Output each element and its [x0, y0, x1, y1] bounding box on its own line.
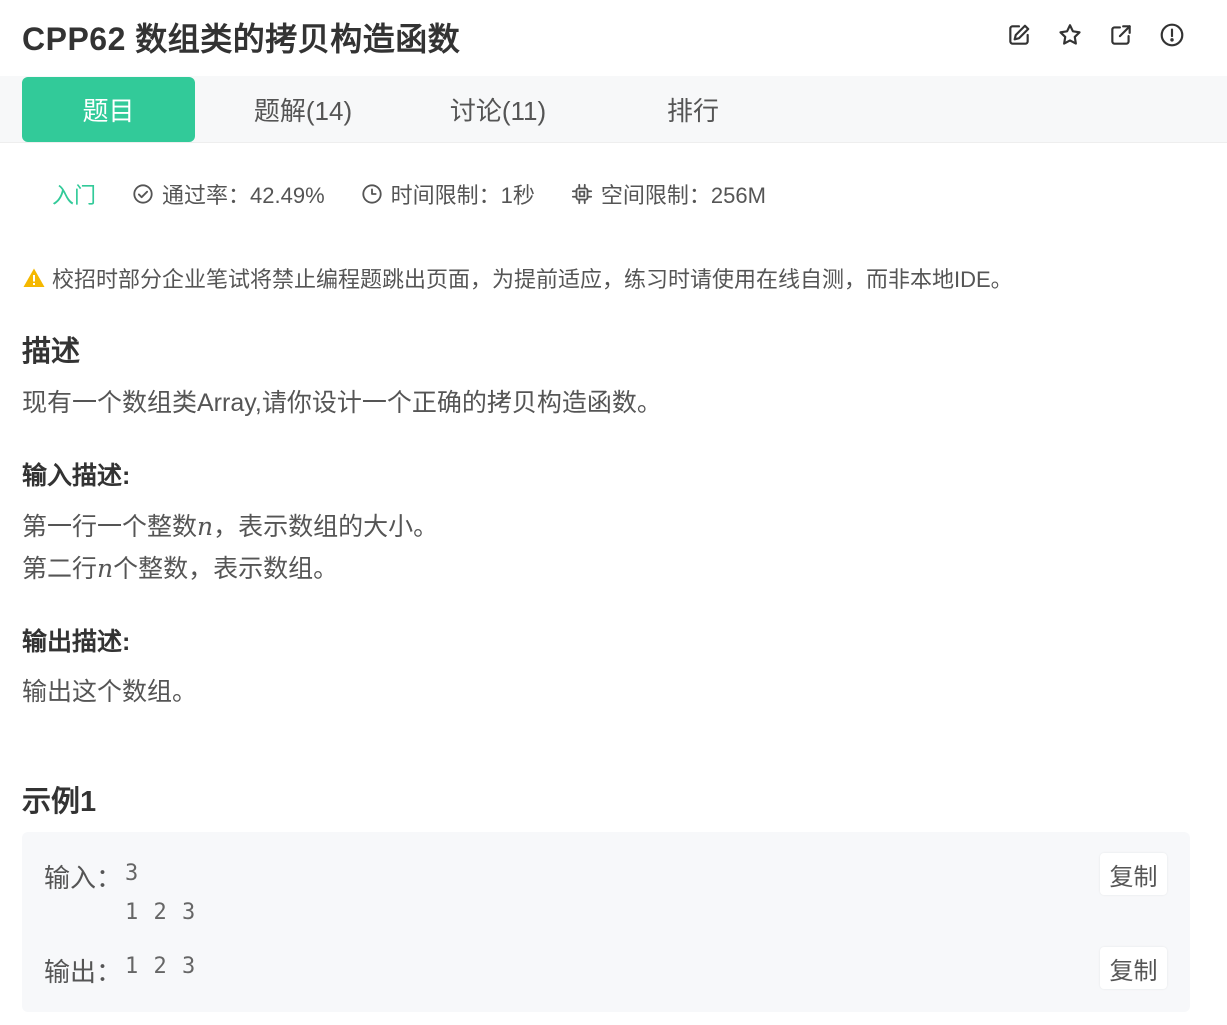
- header-actions: [1006, 20, 1185, 50]
- copy-input-button[interactable]: 复制: [1100, 853, 1167, 895]
- input-desc-line1-suffix: ，表示数组的大小。: [213, 513, 439, 541]
- input-desc-line2: 第二行n个整数，表示数组。: [22, 548, 438, 590]
- check-circle-icon: [133, 184, 153, 204]
- edit-icon[interactable]: [1006, 20, 1032, 50]
- warning-icon: [23, 268, 45, 287]
- input-desc-text: 第一行一个整数n，表示数组的大小。 第二行n个整数，表示数组。: [22, 506, 438, 590]
- math-var-n: n: [197, 512, 214, 541]
- output-desc-heading: 输出描述:: [22, 628, 131, 656]
- page-title: CPP62 数组类的拷贝构造函数: [22, 21, 461, 57]
- copy-output-button[interactable]: 复制: [1100, 947, 1167, 989]
- input-desc-line1: 第一行一个整数n，表示数组的大小。: [22, 506, 438, 548]
- example-output-value: 1 2 3: [125, 954, 197, 979]
- output-desc-text: 输出这个数组。: [22, 678, 198, 706]
- tab-solutions[interactable]: 题解(14): [228, 77, 378, 142]
- difficulty-badge: 入门: [52, 183, 97, 208]
- problem-header: CPP62 数组类的拷贝构造函数: [0, 0, 1227, 76]
- time-limit: 时间限制：1秒: [361, 178, 535, 210]
- example-input-label: 输入：: [44, 863, 123, 893]
- problem-tabs: 题目 题解(14) 讨论(11) 排行: [0, 76, 1227, 143]
- warning-text: 校招时部分企业笔试将禁止编程题跳出页面，为提前适应，练习时请使用在线自测，而非本…: [52, 267, 1013, 292]
- description-text: 现有一个数组类Array,请你设计一个正确的拷贝构造函数。: [22, 389, 662, 417]
- report-icon[interactable]: [1159, 20, 1185, 50]
- external-link-icon[interactable]: [1108, 20, 1134, 50]
- pass-rate-text: 通过率：42.49%: [162, 183, 325, 208]
- tab-problem[interactable]: 题目: [22, 77, 195, 142]
- warning-notice: 校招时部分企业笔试将禁止编程题跳出页面，为提前适应，练习时请使用在线自测，而非本…: [22, 262, 1013, 294]
- example-input-line2: 1 2 3: [125, 900, 197, 925]
- input-desc-heading: 输入描述:: [22, 462, 131, 490]
- memory-limit: 空间限制：256M: [571, 178, 766, 210]
- description-heading: 描述: [22, 336, 81, 368]
- math-var-n: n: [97, 554, 114, 583]
- example-output-label: 输出：: [44, 957, 123, 987]
- clock-icon: [362, 184, 382, 204]
- chip-icon: [571, 183, 592, 205]
- time-limit-text: 时间限制：1秒: [390, 183, 535, 208]
- problem-meta: 入门 通过率：42.49% 时间限制：1秒 空间限制：256M: [52, 178, 802, 210]
- example-box: 输入： 3 1 2 3 复制 输出： 1 2 3 复制: [22, 832, 1190, 1012]
- pass-rate: 通过率：42.49%: [132, 178, 325, 210]
- input-desc-line1-prefix: 第一行一个整数: [22, 513, 198, 541]
- example-heading: 示例1: [22, 786, 97, 818]
- tab-discussion[interactable]: 讨论(11): [423, 77, 573, 142]
- example-input-line1: 3: [125, 861, 140, 886]
- input-desc-line2-suffix: 个整数，表示数组。: [113, 555, 339, 583]
- tab-ranking[interactable]: 排行: [618, 77, 768, 142]
- memory-limit-text: 空间限制：256M: [600, 183, 766, 208]
- input-desc-line2-prefix: 第二行: [22, 555, 98, 583]
- star-icon[interactable]: [1057, 20, 1083, 50]
